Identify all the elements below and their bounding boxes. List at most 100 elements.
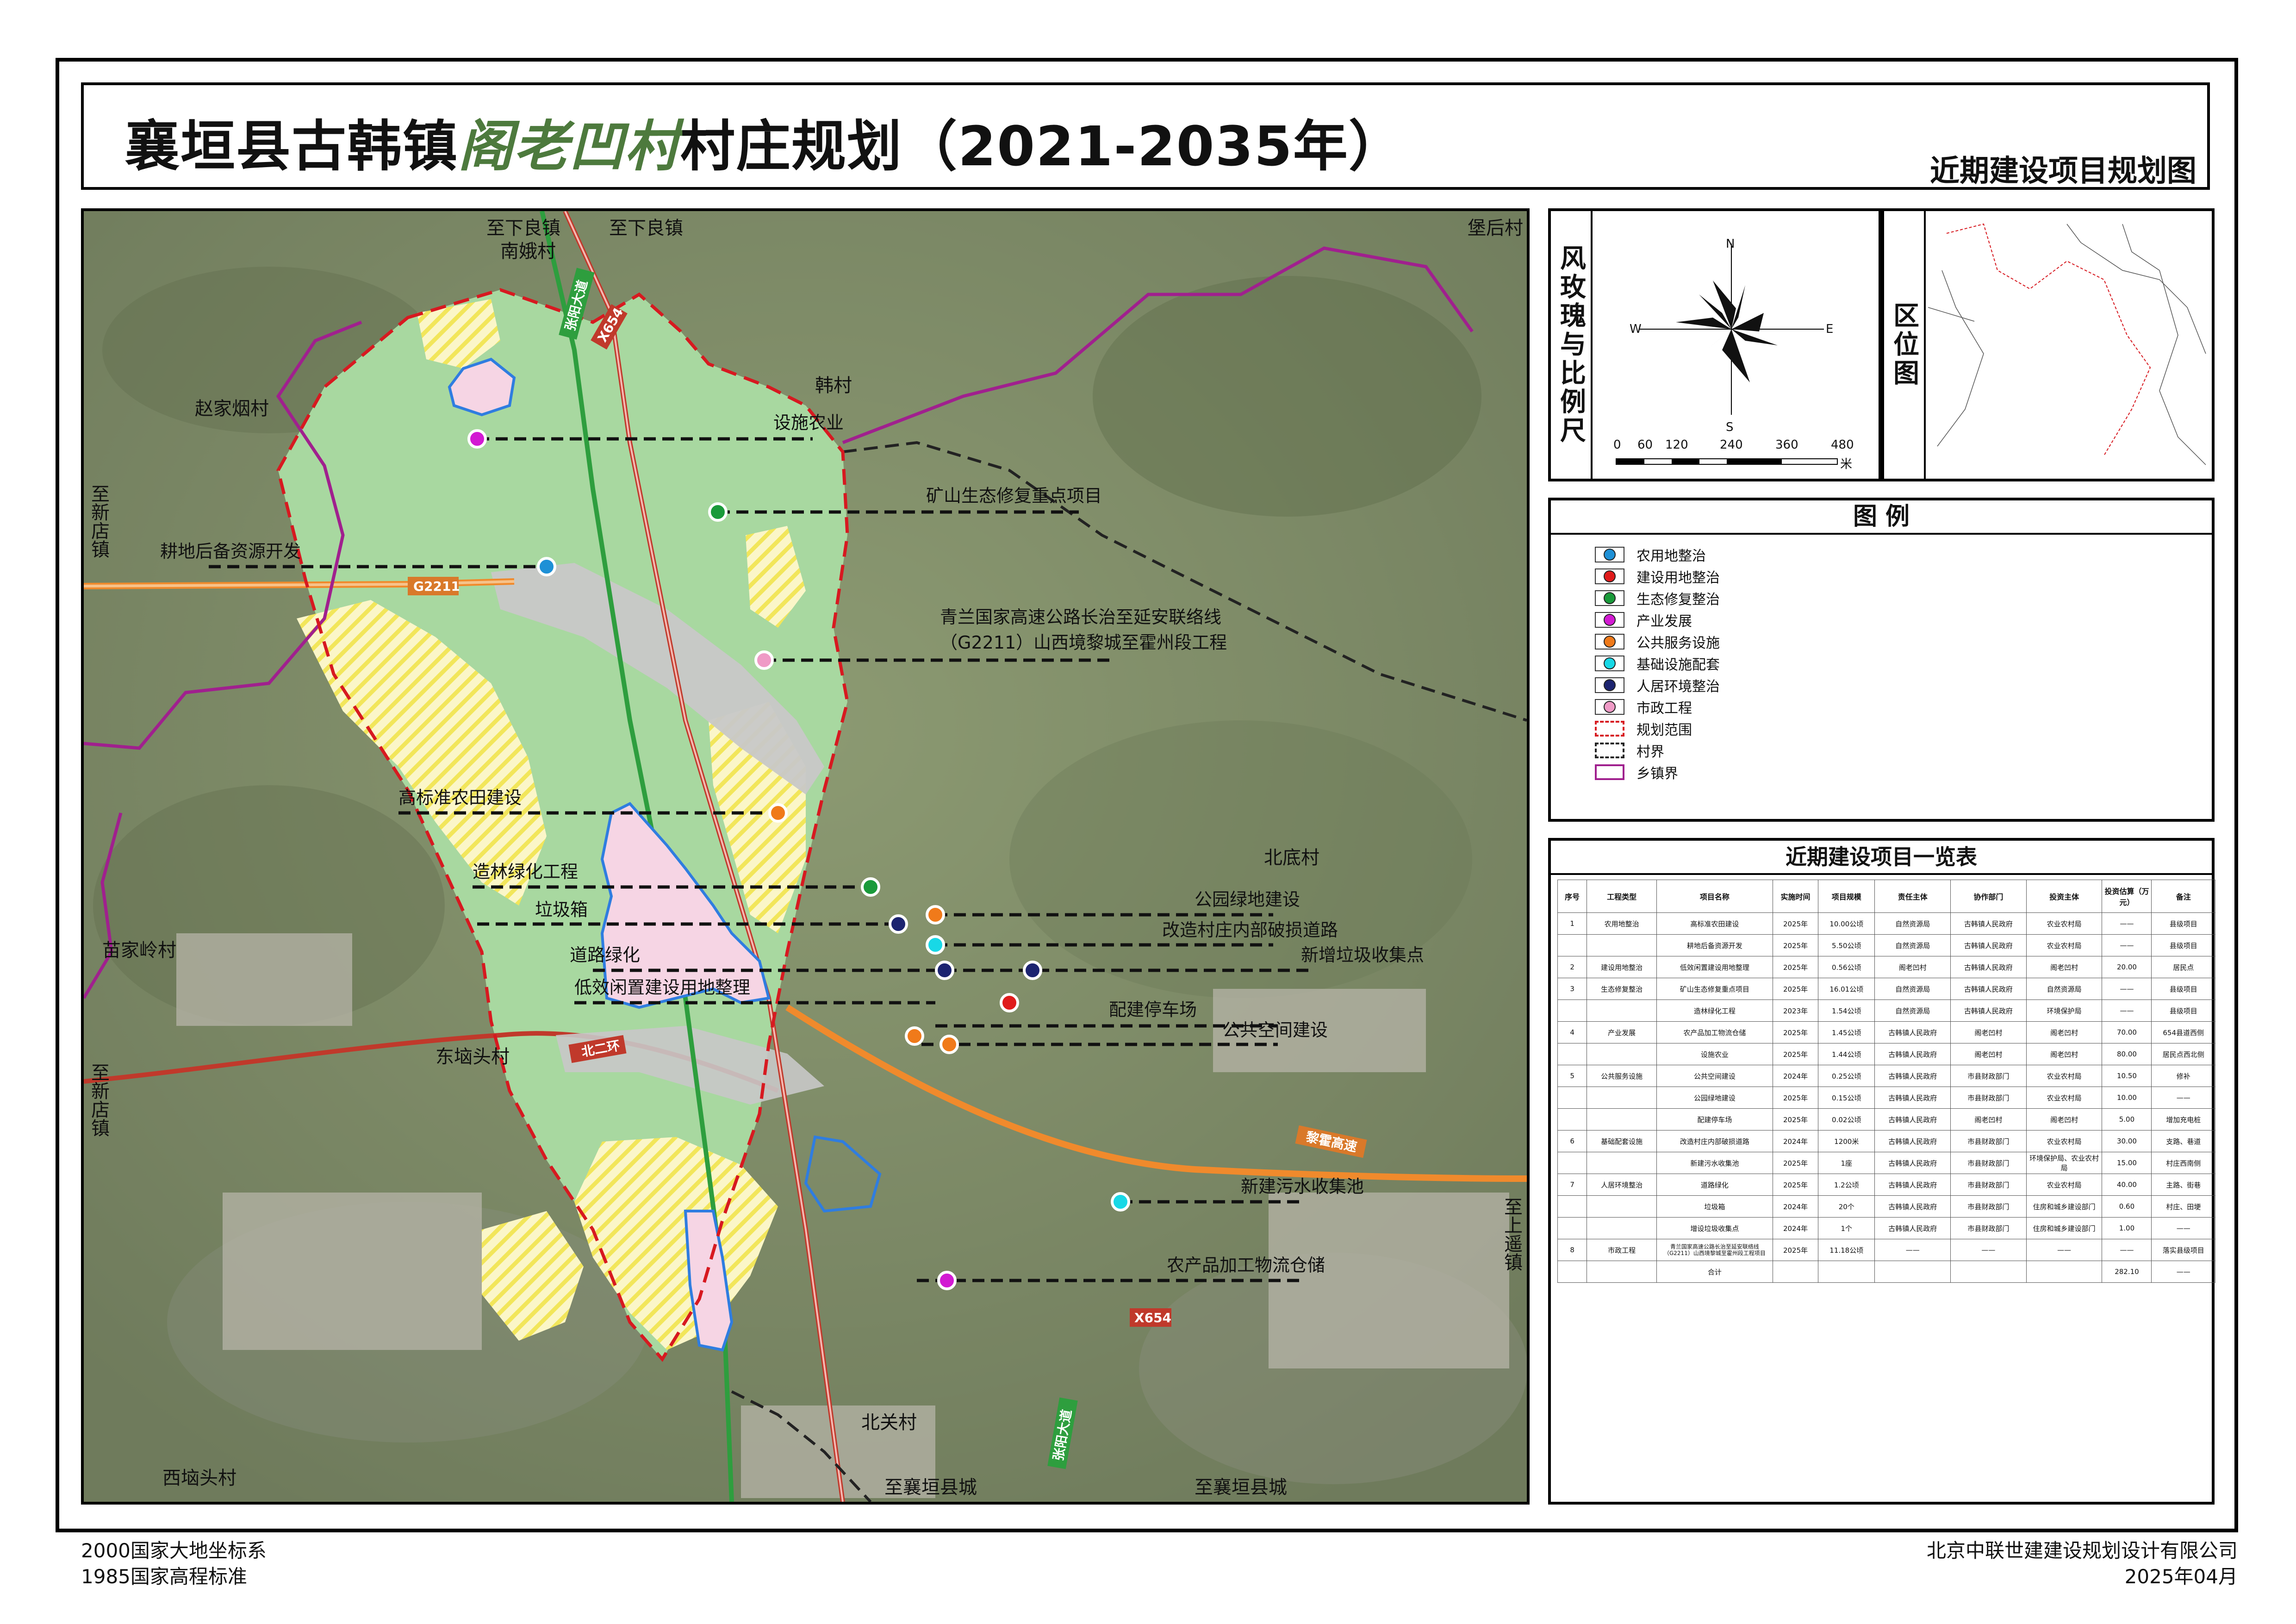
table-cell: 古韩镇人民政府 (1950, 999, 2027, 1022)
table-cell: 造林绿化工程 (1656, 999, 1773, 1022)
table-cell: 40.00 (2102, 1174, 2152, 1196)
label-xialiang-north: 至下良镇 (486, 218, 560, 239)
table-cell: 古韩镇人民政府 (1874, 1065, 1951, 1087)
table-cell: 人居环境整治 (1587, 1174, 1657, 1196)
table-cell: 自然资源局 (1874, 999, 1951, 1022)
dot-dixiao (1000, 993, 1019, 1012)
table-cell: 建设用地整治 (1587, 956, 1657, 978)
table-cell: 2024年 (1772, 1217, 1819, 1239)
label-beidi: 北底村 (1264, 847, 1319, 868)
table-cell: 支路、巷道 (2151, 1130, 2215, 1152)
scale-labels: 0 60 120 240 360 480 (1613, 438, 1873, 456)
table-cell: 县级项目 (2151, 934, 2215, 956)
table-cell: 古韩镇人民政府 (1874, 1108, 1951, 1131)
legend-dot-icon (1604, 549, 1616, 561)
table-cell (1557, 1043, 1587, 1065)
project-label-lajixiang: 垃圾箱 (535, 899, 588, 920)
project-label-qinglan-2: （G2211）山西境黎城至霍州段工程 (940, 632, 1227, 653)
table-cell: 农业农村局 (2026, 1174, 2103, 1196)
legend-item: 市政工程 (1595, 697, 1692, 717)
table-header-cell: 备注 (2151, 880, 2215, 913)
table-cell: 2025年 (1772, 934, 1819, 956)
table-cell: 1个 (1818, 1217, 1875, 1239)
table-cell: 1.2公顷 (1818, 1174, 1875, 1196)
location-minimap (1928, 215, 2210, 475)
table-cell: 20个 (1818, 1195, 1875, 1218)
table-cell: 4 (1557, 1021, 1587, 1043)
project-label-sheshi: 设施农业 (773, 412, 844, 433)
dot-gaobiaozhun (768, 803, 788, 823)
dot-lajixiang (889, 914, 908, 934)
main-map[interactable]: 至下良镇 南娥村 至下良镇 堡后村 赵家烟村 韩村 北底村 苗家岭村 东垴头村 … (81, 208, 1530, 1505)
wind-rose-label: 风玫瑰与比例尺 (1556, 244, 1586, 445)
table-cell: —— (2102, 999, 2152, 1022)
table-cell: 自然资源局 (1874, 934, 1951, 956)
legend-item: 村界 (1595, 740, 1664, 761)
table-cell (1557, 1217, 1587, 1239)
legend-swatch (1595, 612, 1624, 628)
table-row: 3 生态修复整治 矿山生态修复重点项目 2025年 16.01公顷 自然资源局 古韩镇人民政… (1557, 978, 2215, 1000)
table-cell: 2025年 (1772, 1239, 1819, 1261)
table-cell (1557, 1152, 1587, 1174)
table-cell: 道路绿化 (1656, 1174, 1773, 1196)
table-row: 6 基础配套设施 改造村庄内部破损道路 2024年 1200米 古韩镇人民政府 市县财政部门… (1557, 1130, 2215, 1152)
table-row: 造林绿化工程 2023年 1.54公顷 自然资源局 古韩镇人民政府 环境保护局 —— 县级项目 (1557, 999, 2215, 1022)
table-cell (1557, 1087, 1587, 1109)
east-label: E (1826, 322, 1834, 336)
table-cell: 高标准农田建设 (1656, 912, 1773, 935)
legend-swatch (1595, 721, 1624, 737)
table-cell: 阁老凹村 (2026, 1021, 2103, 1043)
table-cell: 住房和城乡建设部门 (2026, 1217, 2103, 1239)
table-cell: —— (1950, 1239, 2027, 1261)
scale-tick-240: 240 (1720, 438, 1743, 452)
table-cell: 古韩镇人民政府 (1874, 1087, 1951, 1109)
table-cell: 农产品加工物流仓储 (1656, 1021, 1773, 1043)
table-cell: 2024年 (1772, 1195, 1819, 1218)
table-cell: 654县道西侧 (2151, 1021, 2215, 1043)
legend-dot-icon (1604, 570, 1616, 582)
map-subtitle: 近期建设项目规划图 (1930, 154, 2196, 188)
legend-title: 图 例 (1551, 500, 2212, 535)
label-xindian-1: 至新店镇 (88, 484, 109, 558)
design-date: 2025年04月 (2124, 1565, 2238, 1588)
table-cell: 阁老凹村 (1950, 1043, 2027, 1065)
west-label: W (1630, 322, 1642, 336)
table-row: 8 市政工程 青兰国家高速公路长治至延安联络线（G2211）山西境黎城至霍州段工程项… (1557, 1239, 2215, 1261)
project-label-nongchanpin: 农产品加工物流仓储 (1167, 1255, 1325, 1275)
table-cell: 古韩镇人民政府 (1874, 1130, 1951, 1152)
project-table-title: 近期建设项目一览表 (1551, 841, 2212, 875)
label-nane: 南娥村 (500, 241, 556, 262)
project-label-gongyuan: 公园绿地建设 (1195, 889, 1300, 910)
table-cell: 合计 (1656, 1261, 1773, 1283)
table-cell (1587, 1087, 1657, 1109)
table-cell (1557, 999, 1587, 1022)
table-cell: 阁老凹村 (2026, 956, 2103, 978)
table-cell: 阁老凹村 (1950, 1021, 2027, 1043)
legend-label: 产业发展 (1636, 613, 1692, 630)
table-cell: 0.56公顷 (1818, 956, 1875, 978)
legend-label: 公共服务设施 (1636, 635, 1720, 651)
table-cell: 矿山生态修复重点项目 (1656, 978, 1773, 1000)
table-cell: 自然资源局 (1874, 978, 1951, 1000)
table-cell: 阁老凹村 (1874, 956, 1951, 978)
table-cell: 农业农村局 (2026, 1130, 2103, 1152)
table-cell (1587, 999, 1657, 1022)
scale-tick-480: 480 (1831, 438, 1854, 452)
table-row: 7 人居环境整治 道路绿化 2025年 1.2公顷 古韩镇人民政府 市县财政部门 农业农村局 4… (1557, 1174, 2215, 1196)
table-cell: 农用地整治 (1587, 912, 1657, 935)
table-cell (1818, 1261, 1875, 1283)
table-cell (1587, 1261, 1657, 1283)
table-cell: 住房和城乡建设部门 (2026, 1195, 2103, 1218)
legend-label: 人居环境整治 (1636, 679, 1720, 695)
legend-dot-icon (1604, 679, 1616, 691)
project-label-gengdi: 耕地后备资源开发 (160, 541, 301, 562)
table-cell: 古韩镇人民政府 (1950, 978, 2027, 1000)
table-cell: 增设垃圾收集点 (1656, 1217, 1773, 1239)
dot-tingche (905, 1026, 924, 1046)
table-cell: 1座 (1818, 1152, 1875, 1174)
table-cell: 居民点西北侧 (2151, 1043, 2215, 1065)
table-cell (1587, 1195, 1657, 1218)
table-cell: 0.15公顷 (1818, 1087, 1875, 1109)
table-cell: 农业农村局 (2026, 1087, 2103, 1109)
label-baohou: 堡后村 (1468, 218, 1523, 239)
